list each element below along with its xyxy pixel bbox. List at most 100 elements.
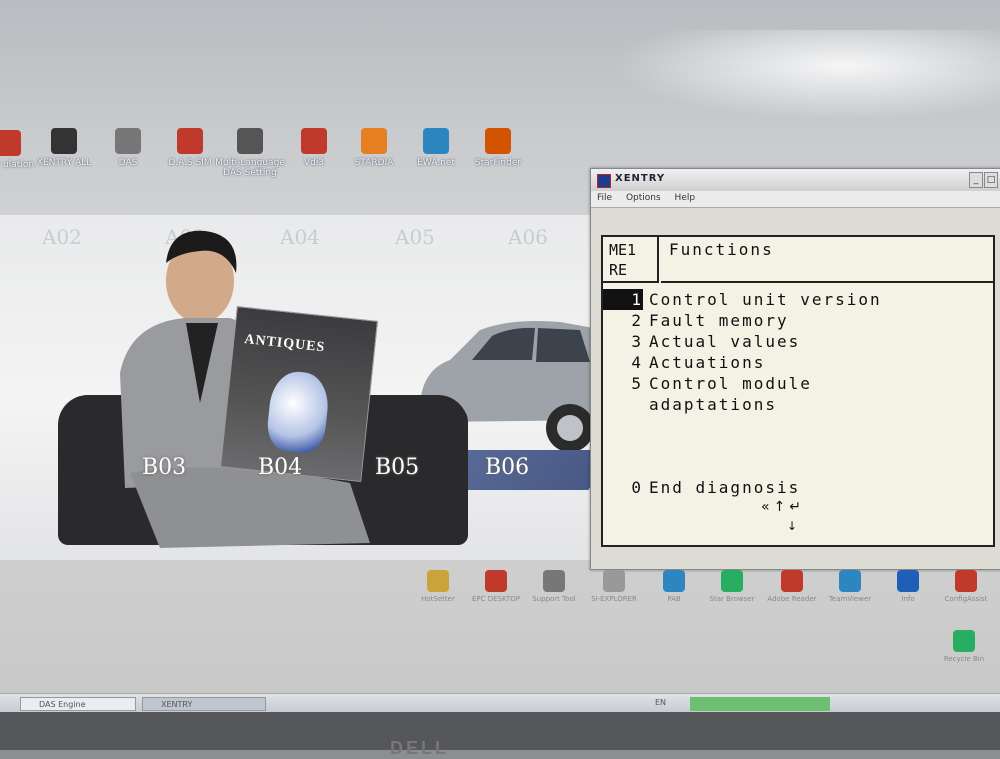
- desktop-wallpaper: A02 A03 A04 A05 A06 ANTIQUES B03 B04 B05: [0, 215, 600, 560]
- pab-icon: [663, 570, 685, 592]
- function-item[interactable]: 3 Actual values: [603, 331, 993, 352]
- menu-options[interactable]: Options: [626, 193, 661, 203]
- cube-icon: [485, 570, 507, 592]
- bay-label: B03: [142, 455, 187, 480]
- desktop-shortcut[interactable]: PAB: [644, 570, 704, 603]
- shortcut-label: Multi-Language DAS Setting: [215, 158, 285, 178]
- shortcut-label: TeamViewer: [828, 595, 872, 603]
- xentry-logo-icon: [597, 174, 611, 188]
- function-item[interactable]: 4 Actuations: [603, 352, 993, 373]
- language-indicator[interactable]: EN: [655, 698, 666, 707]
- control-unit-id: ME1 RE: [603, 237, 659, 283]
- monitor-logo: DELL: [390, 738, 449, 758]
- app-icon: [0, 130, 21, 156]
- si-icon: [603, 570, 625, 592]
- bay-label: B06: [485, 455, 530, 480]
- function-item[interactable]: 5 Control module: [603, 373, 993, 394]
- recycle-bin-icon: [953, 630, 975, 652]
- xentry-icon: [51, 128, 77, 154]
- shortcut-label: PAB: [667, 595, 681, 603]
- das-icon: [115, 128, 141, 154]
- desktop-shortcut[interactable]: XENTRY ALL: [28, 128, 100, 168]
- desktop-shortcut[interactable]: HotSetter: [408, 570, 468, 603]
- ewa-icon: [423, 128, 449, 154]
- globe-icon: [721, 570, 743, 592]
- item-label: Fault memory: [649, 311, 789, 330]
- item-label: End diagnosis: [649, 478, 801, 497]
- function-item[interactable]: 2 Fault memory: [603, 310, 993, 331]
- key-icon: [427, 570, 449, 592]
- item-number: 1: [603, 289, 643, 310]
- maximize-button[interactable]: □: [984, 172, 998, 188]
- desktop-shortcut[interactable]: Adobe Reader: [762, 570, 822, 603]
- desktop-shortcut[interactable]: ConfigAssist: [936, 570, 996, 603]
- stall-label: A05: [395, 225, 435, 249]
- das-sim-icon: [177, 128, 203, 154]
- config-icon: [955, 570, 977, 592]
- arrow-down-icon[interactable]: ↓: [787, 519, 797, 533]
- menu-file[interactable]: File: [597, 193, 612, 203]
- desktop-shortcut[interactable]: StarFinder: [462, 128, 534, 168]
- shortcut-label: Info: [901, 595, 915, 603]
- desktop-shortcut[interactable]: Support Tool: [524, 570, 584, 603]
- window-titlebar[interactable]: XENTRY _ □: [591, 169, 1000, 191]
- item-label: adaptations: [649, 395, 777, 414]
- menu-bar: File Options Help: [591, 191, 1000, 208]
- item-label: Control unit version: [649, 290, 882, 309]
- bay-label: B05: [375, 455, 420, 480]
- stall-label: A06: [508, 225, 548, 249]
- function-item[interactable]: 1 Control unit version: [603, 289, 993, 310]
- shortcut-label: StarFinder: [474, 158, 522, 168]
- item-number: 5: [631, 374, 641, 393]
- item-label: Control module: [649, 374, 812, 393]
- taskbar: DAS Engine XENTRY EN: [0, 693, 1000, 712]
- control-unit-line: ME1: [609, 241, 637, 259]
- control-unit-line: RE: [609, 261, 628, 279]
- monitor-bezel: [0, 712, 1000, 750]
- item-label: Actuations: [649, 353, 766, 372]
- shortcut-label: Adobe Reader: [767, 595, 817, 603]
- function-item-continued[interactable]: adaptations: [603, 394, 993, 415]
- navigation-keys-icon[interactable]: «↑↵: [761, 499, 805, 515]
- shortcut-label: XENTRY ALL: [36, 158, 92, 168]
- mercedes-star-icon: [237, 128, 263, 154]
- bay-label: B04: [258, 455, 303, 480]
- shortcut-label: HotSetter: [421, 595, 455, 603]
- desktop-shortcut[interactable]: Recycle Bin: [934, 630, 994, 663]
- item-label: Actual values: [649, 332, 801, 351]
- desktop-shortcut[interactable]: Star Browser: [702, 570, 762, 603]
- tray-status-area[interactable]: [690, 697, 830, 711]
- shortcut-label: ConfigAssist: [944, 595, 988, 603]
- pdf-icon: [781, 570, 803, 592]
- shortcut-label: Star Browser: [709, 595, 755, 603]
- desktop-shortcut[interactable]: Info: [878, 570, 938, 603]
- function-list: 1 Control unit version 2 Fault memory 3 …: [603, 289, 993, 415]
- shortcut-label: EPC DESKTOP: [471, 595, 521, 603]
- magazine-title: ANTIQUES: [243, 332, 326, 356]
- shortcut-label: Support Tool: [532, 595, 576, 603]
- desktop-shortcut[interactable]: TeamViewer: [820, 570, 880, 603]
- vase-image: [265, 369, 332, 455]
- item-number: 2: [631, 311, 641, 330]
- diagnosis-panel: ME1 RE Functions 1 Control unit version …: [601, 235, 995, 547]
- functions-title: Functions: [661, 237, 993, 283]
- tool-icon: [543, 570, 565, 592]
- starfinder-icon: [485, 128, 511, 154]
- desktop-shortcut[interactable]: Multi-Language DAS Setting: [214, 128, 286, 178]
- das-window: XENTRY _ □ File Options Help ME1 RE Func…: [590, 168, 1000, 570]
- stall-label: A02: [42, 225, 82, 249]
- vdi3-icon: [301, 128, 327, 154]
- stardia-icon: [361, 128, 387, 154]
- item-number: 4: [631, 353, 641, 372]
- desktop-shortcut[interactable]: SI-EXPLORER: [584, 570, 644, 603]
- desktop-shortcut[interactable]: EPC DESKTOP: [466, 570, 526, 603]
- taskbar-button[interactable]: DAS Engine: [20, 697, 136, 711]
- minimize-button[interactable]: _: [969, 172, 983, 188]
- item-number: 3: [631, 332, 641, 351]
- menu-help[interactable]: Help: [675, 193, 696, 203]
- shortcut-label: Recycle Bin: [943, 655, 985, 663]
- item-number: 0: [631, 478, 641, 497]
- screen-glare: [610, 30, 1000, 120]
- end-diagnosis-item[interactable]: 0 End diagnosis: [603, 477, 993, 498]
- taskbar-button-active[interactable]: XENTRY: [142, 697, 266, 711]
